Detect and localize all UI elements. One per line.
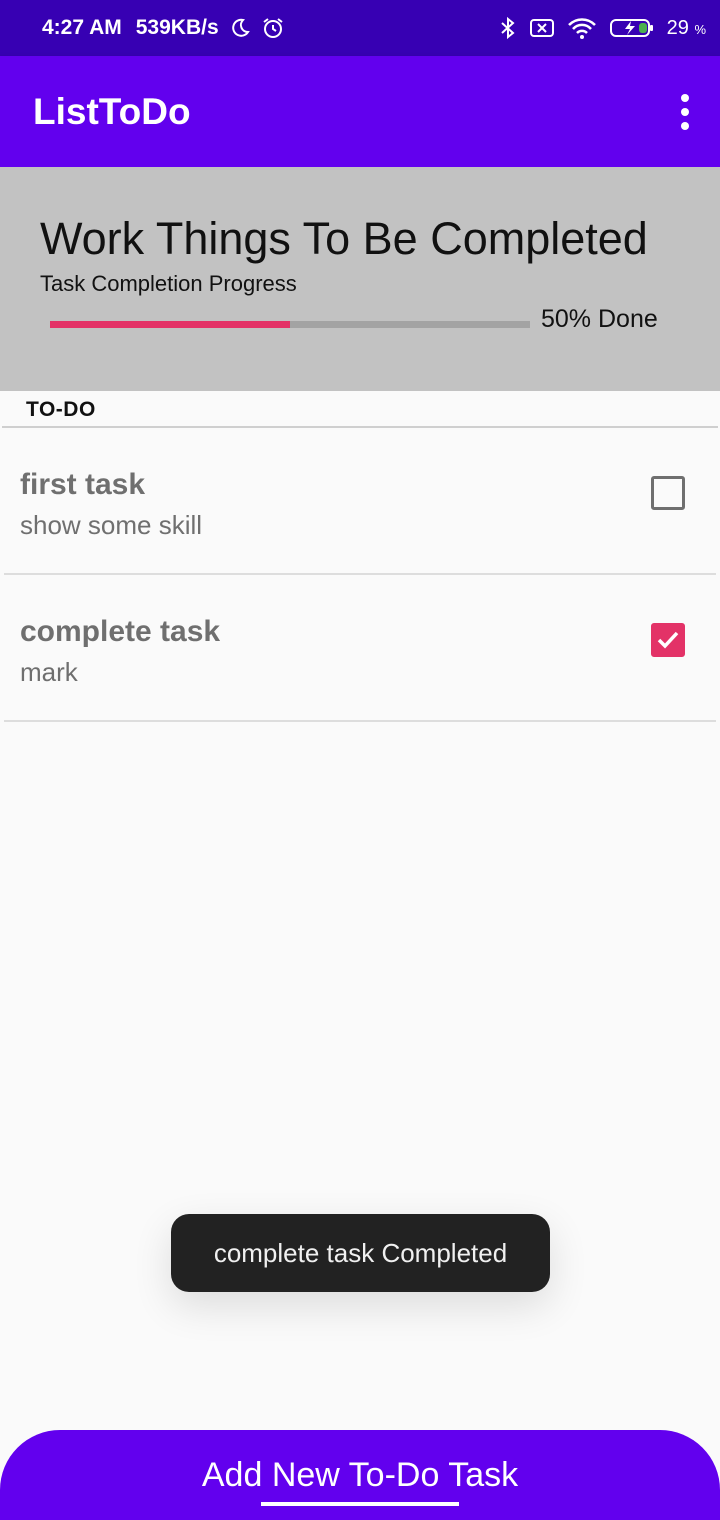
overflow-dot [681, 121, 689, 130]
status-time: 4:27 AM [42, 16, 122, 39]
app-title: ListToDo [33, 90, 191, 132]
task-title: first task [20, 468, 146, 501]
toast-message: complete task Completed [171, 1214, 550, 1292]
task-checkbox[interactable] [651, 476, 685, 510]
task-description: mark [20, 657, 78, 687]
progress-bar-fill [50, 321, 290, 328]
battery-charging-icon [609, 16, 655, 40]
status-left: 4:27 AM 539KB/s [42, 16, 285, 40]
overflow-menu-icon[interactable] [673, 90, 697, 134]
list-header-panel: Work Things To Be Completed Task Complet… [0, 167, 720, 391]
add-task-underline [261, 1502, 459, 1506]
status-bar: 4:27 AM 539KB/s 29 % [0, 0, 720, 56]
task-checkbox[interactable] [651, 623, 685, 657]
progress-bar [50, 321, 530, 328]
task-title: complete task [20, 615, 221, 648]
alarm-icon [261, 16, 285, 40]
app-bar: ListToDo [0, 56, 720, 167]
task-list: first task show some skill complete task… [4, 428, 716, 722]
task-item[interactable]: first task show some skill [4, 428, 716, 575]
overflow-dot [681, 93, 689, 102]
battery-percent: 29 % [667, 17, 706, 40]
progress-text: 50% Done [541, 305, 658, 333]
wifi-icon [567, 16, 597, 40]
section-header-todo: TO-DO [26, 398, 96, 421]
list-title: Work Things To Be Completed [40, 213, 648, 264]
bluetooth-icon [499, 16, 517, 40]
task-description: show some skill [20, 510, 203, 540]
task-item[interactable]: complete task mark [4, 575, 716, 722]
battery-percent-unit: % [694, 21, 706, 37]
checkmark-icon [657, 631, 679, 649]
overflow-dot [681, 107, 689, 116]
sim-off-icon [529, 17, 555, 39]
status-right: 29 % [499, 16, 706, 40]
network-speed: 539KB/s [135, 16, 219, 39]
moon-icon [229, 17, 251, 39]
add-task-label: Add New To-Do Task [201, 1455, 519, 1494]
add-task-button[interactable]: Add New To-Do Task [0, 1430, 720, 1520]
battery-percent-value: 29 [666, 16, 689, 39]
progress-label: Task Completion Progress [40, 271, 297, 296]
